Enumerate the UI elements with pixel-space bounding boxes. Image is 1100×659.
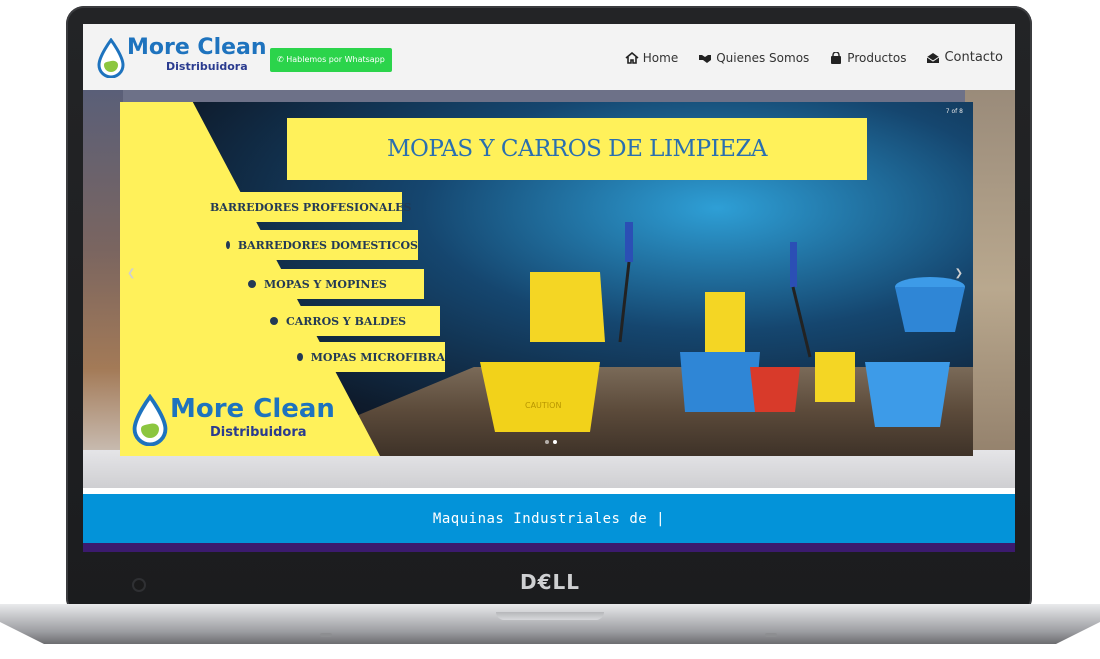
- bullet-dot-icon: [248, 280, 256, 288]
- menu-item-home[interactable]: Home: [625, 51, 678, 65]
- logo-name: More Clean: [127, 35, 267, 60]
- bullet-dot-icon: [270, 317, 278, 325]
- site-logo[interactable]: More Clean Distribuidora: [97, 35, 267, 82]
- slide-bullet: BARREDORES DOMESTICOS: [212, 230, 418, 260]
- menu-item-productos[interactable]: Productos: [829, 51, 906, 65]
- logo-subtitle: Distribuidora: [166, 60, 248, 73]
- hero-slider: MOPAS Y CARROS DE LIMPIEZA BARREDORES PR…: [83, 90, 1015, 488]
- whatsapp-button[interactable]: ✆ Hablemos por Whatsapp: [270, 48, 392, 72]
- pager-dot-active[interactable]: [553, 440, 557, 444]
- slider-prev-arrow-icon[interactable]: ❮: [127, 268, 135, 279]
- webcam-icon: [134, 580, 144, 590]
- main-menu: Home Quienes Somos Productos Contacto: [625, 50, 1003, 65]
- bullet-label: BARREDORES PROFESIONALES: [210, 200, 412, 214]
- pager-dot[interactable]: [545, 440, 549, 444]
- purple-band: [83, 543, 1015, 552]
- bullet-dot-icon: [226, 241, 230, 249]
- water-drop-icon: [97, 38, 125, 78]
- slide-title-box: MOPAS Y CARROS DE LIMPIEZA: [287, 118, 867, 180]
- menu-item-label: Quienes Somos: [716, 50, 810, 65]
- typing-text: Maquinas Industriales de |: [432, 510, 666, 527]
- slide-bullet: CARROS Y BALDES: [254, 306, 440, 336]
- background-tiles: [83, 90, 1015, 102]
- water-drop-icon: [132, 394, 168, 446]
- slide-bullet: BARREDORES PROFESIONALES: [192, 192, 411, 222]
- shopping-bag-icon: [831, 51, 842, 64]
- menu-item-label: Home: [642, 50, 679, 65]
- slide-title: MOPAS Y CARROS DE LIMPIEZA: [386, 136, 768, 162]
- background-left: [83, 90, 123, 488]
- laptop-base: [0, 604, 1100, 644]
- browser-viewport: More Clean Distribuidora ✆ Hablemos por …: [83, 24, 1015, 552]
- bullet-label: CARROS Y BALDES: [286, 314, 407, 328]
- envelope-open-icon: [927, 52, 940, 63]
- slide-bullet: MOPAS MICROFIBRA: [287, 342, 445, 372]
- menu-item-contacto[interactable]: Contacto: [926, 50, 1003, 65]
- handshake-icon: [699, 54, 712, 63]
- slide-bullet: MOPAS Y MOPINES: [238, 269, 424, 299]
- site-navbar: More Clean Distribuidora ✆ Hablemos por …: [83, 24, 1015, 90]
- typing-strip: Maquinas Industriales de |: [83, 494, 1015, 543]
- home-icon: [625, 51, 639, 64]
- svg-text:CAUTION: CAUTION: [525, 401, 561, 410]
- laptop-hinge-notch: [496, 612, 604, 620]
- laptop-brand-logo: D€LL: [519, 570, 580, 594]
- menu-item-label: Contacto: [944, 50, 1003, 65]
- slide-counter: 7 of 8: [945, 108, 963, 115]
- bullet-label: BARREDORES DOMESTICOS: [237, 238, 418, 252]
- slider-next-arrow-icon[interactable]: ❯: [955, 268, 963, 279]
- whatsapp-button-label: Hablemos por Whatsapp: [286, 55, 385, 64]
- bullet-label: MOPAS Y MOPINES: [264, 277, 387, 291]
- slide-logo-name: More Clean: [170, 394, 335, 424]
- menu-item-quienes-somos[interactable]: Quienes Somos: [698, 51, 809, 65]
- whatsapp-icon: ✆: [277, 55, 284, 64]
- slider-pagination[interactable]: [545, 440, 557, 444]
- laptop-foot-left: [320, 633, 332, 637]
- bullet-label: MOPAS MICROFIBRA: [310, 350, 445, 364]
- laptop-foot-right: [765, 633, 777, 637]
- slide-logo-subtitle: Distribuidora: [210, 425, 307, 440]
- menu-item-label: Productos: [847, 50, 907, 65]
- slide-logo: More Clean Distribuidora: [132, 394, 335, 454]
- slide-banner: MOPAS Y CARROS DE LIMPIEZA BARREDORES PR…: [120, 102, 973, 456]
- mop-buckets-illustration: CAUTION: [480, 222, 965, 432]
- bullet-dot-icon: [297, 353, 303, 361]
